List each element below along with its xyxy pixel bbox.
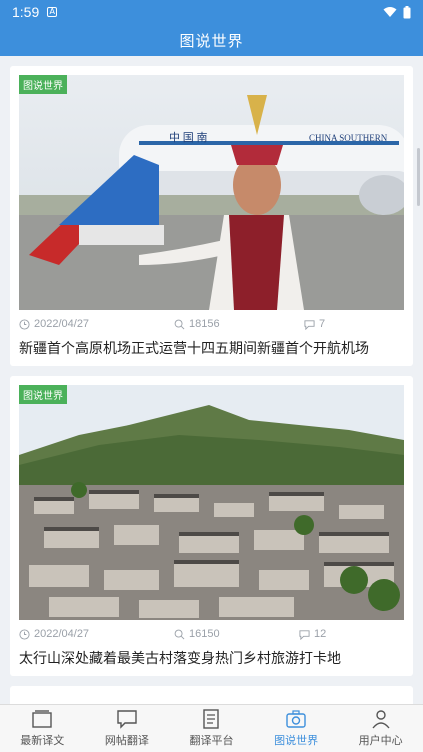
chat-icon [117,710,137,729]
nav-picture-world[interactable]: 图说世界 [254,705,339,752]
view-count: 16150 [189,628,220,640]
nav-label: 用户中心 [358,734,403,747]
comment-count: 12 [314,628,327,640]
notification-badge: A [47,7,58,17]
folder-icon [32,710,52,728]
comment-icon [299,629,310,640]
comment-icon [304,319,315,330]
nav-label: 最新译文 [20,734,65,747]
nav-label: 图说世界 [274,734,319,747]
view-count: 18156 [189,318,220,330]
views-meta: 18156 [174,318,220,330]
status-icons [383,5,411,19]
article-image[interactable]: 图说世界 [19,385,404,620]
user-icon [372,710,390,729]
article-meta: 2022/04/27 16150 12 [19,628,404,642]
nav-latest-translations[interactable]: 最新译文 [0,705,85,752]
article-date: 2022/04/27 [34,628,90,640]
article-card[interactable] [10,686,413,704]
comments-meta: 7 [304,318,325,330]
village-photo [19,385,404,620]
app-header: 图说世界 [0,24,423,56]
article-title[interactable]: 太行山深处藏着最美古村落变身热门乡村旅游打卡地 [19,648,404,668]
nav-label: 翻译平台 [189,734,234,747]
article-card[interactable]: 中 国 南 CHINA SOUTHERN 图说世界 2022/04/27 181… [10,66,413,366]
article-card[interactable]: 图说世界 2022/04/27 16150 12 太行山深处藏着最美古村落变身热… [10,376,413,676]
category-tag: 图说世界 [19,385,67,404]
article-title[interactable]: 新疆首个高原机场正式运营十四五期间新疆首个开航机场 [19,338,404,358]
svg-text:中 国 南: 中 国 南 [169,131,208,144]
airport-photo: 中 国 南 CHINA SOUTHERN [19,75,404,310]
page-title: 图说世界 [179,31,244,50]
clock-icon [19,318,30,330]
views-meta: 16150 [174,628,220,640]
nav-post-translation[interactable]: 网帖翻译 [85,705,170,752]
search-icon [174,319,185,329]
search-icon [174,629,185,639]
nav-translation-platform[interactable]: 翻译平台 [169,705,254,752]
bottom-nav: 最新译文 网帖翻译 翻译平台 图说世界 用户中心 [0,704,423,752]
article-image[interactable]: 中 国 南 CHINA SOUTHERN 图说世界 [19,75,404,310]
status-bar: 1:59 A [0,0,423,24]
article-date: 2022/04/27 [34,318,90,330]
scrollbar[interactable] [417,148,420,206]
battery-icon [403,5,411,18]
clock-icon [19,628,30,640]
nav-label: 网帖翻译 [104,734,149,747]
camera-icon [286,710,306,728]
nav-user-center[interactable]: 用户中心 [338,705,423,752]
comment-count: 7 [319,318,326,330]
comments-meta: 12 [299,628,326,640]
date-meta: 2022/04/27 [19,318,89,330]
svg-text:CHINA SOUTHERN: CHINA SOUTHERN [309,133,388,143]
article-list[interactable]: 中 国 南 CHINA SOUTHERN 图说世界 2022/04/27 181… [0,56,423,704]
document-icon [203,709,220,729]
status-time: 1:59 [12,4,40,20]
category-tag: 图说世界 [19,75,67,94]
date-meta: 2022/04/27 [19,628,89,640]
wifi-icon [383,7,397,17]
article-meta: 2022/04/27 18156 7 [19,318,404,332]
